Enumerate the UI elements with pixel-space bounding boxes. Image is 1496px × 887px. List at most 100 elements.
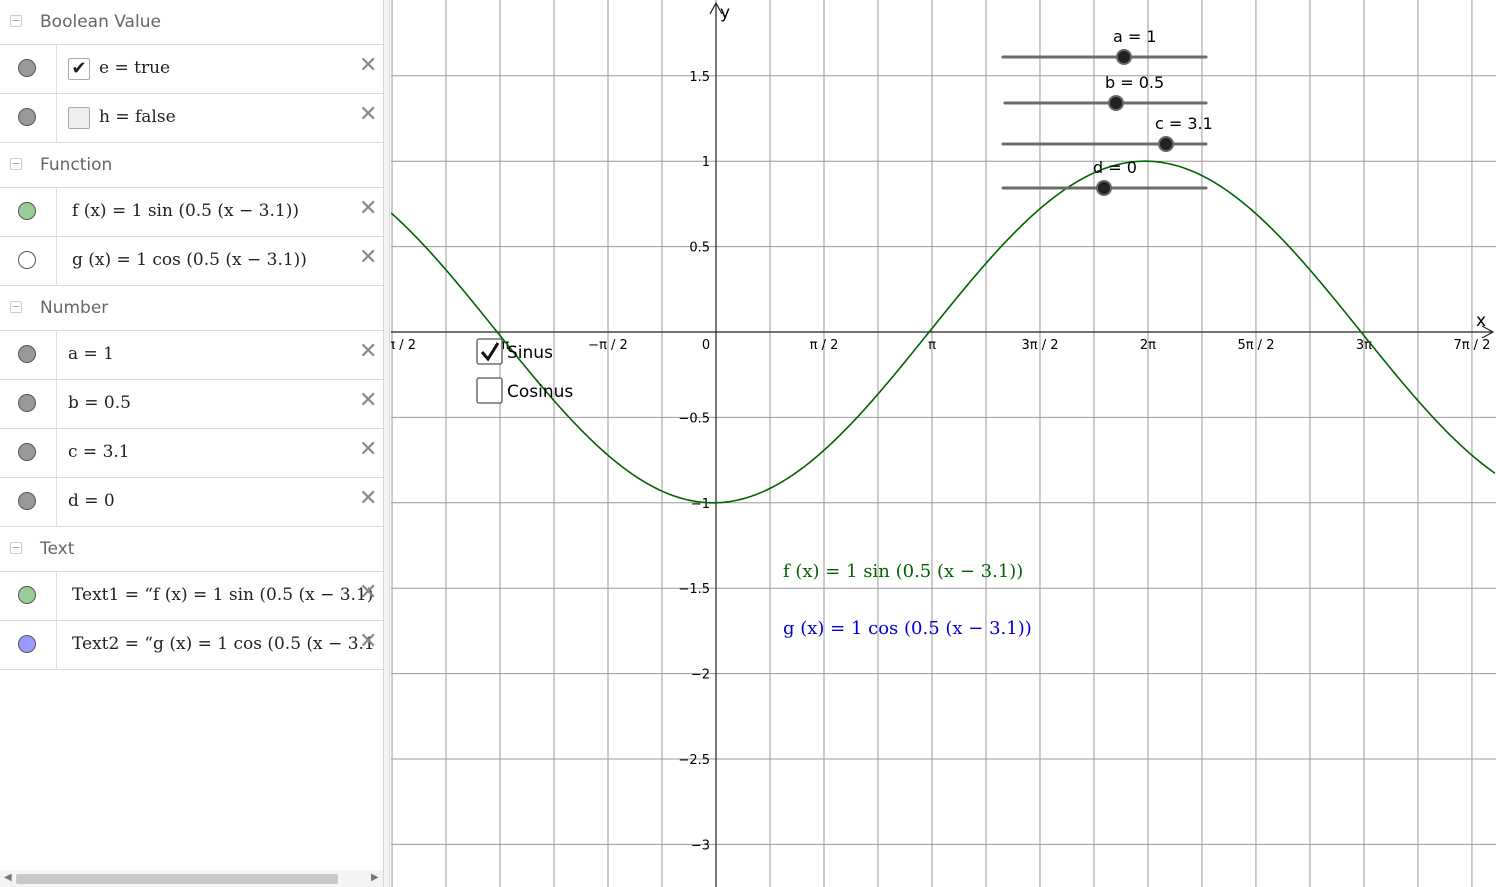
delete-icon[interactable]: ✕ bbox=[359, 390, 377, 412]
collapse-toggle-icon[interactable] bbox=[10, 15, 22, 27]
algebra-expression[interactable]: d = 0 bbox=[68, 491, 115, 511]
section-boolean-value: Boolean Value bbox=[0, 0, 383, 45]
slider-label: a = 1 bbox=[1113, 27, 1157, 46]
x-tick-label: 3π / 2 bbox=[1021, 338, 1058, 353]
slider-label: c = 3.1 bbox=[1155, 114, 1213, 133]
delete-icon[interactable]: ✕ bbox=[359, 104, 377, 126]
algebra-expression[interactable]: h = false bbox=[99, 107, 176, 127]
visibility-marble-icon[interactable] bbox=[18, 59, 36, 77]
slider-knob[interactable] bbox=[1116, 49, 1132, 65]
x-tick-label: π bbox=[928, 338, 936, 353]
visibility-marble-icon[interactable] bbox=[18, 251, 36, 269]
y-tick-label: −1.5 bbox=[678, 582, 710, 597]
slider-knob[interactable] bbox=[1158, 136, 1174, 152]
marble-cell bbox=[0, 380, 57, 428]
marble-cell bbox=[0, 237, 57, 285]
marble-cell bbox=[0, 572, 57, 620]
section-title: Function bbox=[40, 155, 113, 175]
visibility-marble-icon[interactable] bbox=[18, 202, 36, 220]
y-tick-label: −1 bbox=[691, 497, 710, 512]
boolean-checkbox-e[interactable]: ✔ bbox=[68, 58, 90, 80]
scroll-right-icon[interactable]: ▶ bbox=[371, 872, 379, 883]
section-title: Number bbox=[40, 298, 109, 318]
visibility-marble-icon[interactable] bbox=[18, 635, 36, 653]
marble-cell bbox=[0, 94, 57, 142]
marble-cell bbox=[0, 45, 57, 93]
algebra-row-text2[interactable]: Text2 = “g (x) = 1 cos (0.5 (x − 3.1 ✕ bbox=[0, 621, 383, 670]
checkbox-label: Sinus bbox=[507, 343, 553, 363]
section-title: Boolean Value bbox=[40, 12, 161, 32]
section-number: Number bbox=[0, 286, 383, 331]
algebra-row-g[interactable]: g (x) = 1 cos (0.5 (x − 3.1)) ✕ bbox=[0, 237, 383, 286]
marble-cell bbox=[0, 621, 57, 669]
x-tick-label: 5π / 2 bbox=[1237, 338, 1274, 353]
marble-cell bbox=[0, 429, 57, 477]
algebra-expression[interactable]: Text2 = “g (x) = 1 cos (0.5 (x − 3.1 bbox=[72, 634, 375, 654]
marble-cell bbox=[0, 188, 57, 236]
algebra-view: Boolean Value ✔ e = true ✕ h = false ✕ F… bbox=[0, 0, 383, 887]
algebra-row-c[interactable]: c = 3.1 ✕ bbox=[0, 429, 383, 478]
y-tick-label: −3 bbox=[691, 838, 710, 853]
algebra-expression[interactable]: e = true bbox=[99, 58, 170, 78]
algebra-row-d[interactable]: d = 0 ✕ bbox=[0, 478, 383, 527]
algebra-row-e[interactable]: ✔ e = true ✕ bbox=[0, 45, 383, 94]
algebra-row-h[interactable]: h = false ✕ bbox=[0, 94, 383, 143]
visibility-marble-icon[interactable] bbox=[18, 492, 36, 510]
view-divider[interactable] bbox=[383, 0, 390, 887]
delete-icon[interactable]: ✕ bbox=[359, 341, 377, 363]
collapse-toggle-icon[interactable] bbox=[10, 158, 22, 170]
delete-icon[interactable]: ✕ bbox=[359, 488, 377, 510]
slider-label: d = 0 bbox=[1093, 158, 1137, 177]
boolean-checkbox-h[interactable] bbox=[68, 107, 90, 129]
visibility-marble-icon[interactable] bbox=[18, 394, 36, 412]
visibility-marble-icon[interactable] bbox=[18, 586, 36, 604]
algebra-row-text1[interactable]: Text1 = “f (x) = 1 sin (0.5 (x − 3.1) ✕ bbox=[0, 572, 383, 621]
visibility-marble-icon[interactable] bbox=[18, 345, 36, 363]
text1-display: f (x) = 1 sin (0.5 (x − 3.1)) bbox=[783, 561, 1023, 582]
x-tick-label: 0 bbox=[702, 338, 710, 353]
algebra-row-a[interactable]: a = 1 ✕ bbox=[0, 331, 383, 380]
delete-icon[interactable]: ✕ bbox=[359, 439, 377, 461]
algebra-expression[interactable]: Text1 = “f (x) = 1 sin (0.5 (x − 3.1) bbox=[72, 585, 373, 605]
checkbox-sinus[interactable] bbox=[476, 338, 503, 365]
collapse-toggle-icon[interactable] bbox=[10, 301, 22, 313]
x-tick-label: 3π bbox=[1356, 338, 1372, 353]
delete-icon[interactable]: ✕ bbox=[359, 582, 377, 604]
y-tick-label: −2.5 bbox=[678, 753, 710, 768]
visibility-marble-icon[interactable] bbox=[18, 108, 36, 126]
slider-knob[interactable] bbox=[1096, 180, 1112, 196]
collapse-toggle-icon[interactable] bbox=[10, 542, 22, 554]
x-tick-label: −3π / 2 bbox=[391, 338, 416, 353]
slider-knob[interactable] bbox=[1108, 95, 1124, 111]
delete-icon[interactable]: ✕ bbox=[359, 247, 377, 269]
delete-icon[interactable]: ✕ bbox=[359, 631, 377, 653]
algebra-row-f[interactable]: f (x) = 1 sin (0.5 (x − 3.1)) ✕ bbox=[0, 188, 383, 237]
algebra-expression[interactable]: g (x) = 1 cos (0.5 (x − 3.1)) bbox=[72, 250, 307, 270]
algebra-expression[interactable]: a = 1 bbox=[68, 344, 114, 364]
checkbox-label: Cosinus bbox=[507, 382, 573, 402]
delete-icon[interactable]: ✕ bbox=[359, 55, 377, 77]
scrollbar-thumb[interactable] bbox=[16, 874, 338, 884]
x-tick-label: 2π bbox=[1140, 338, 1156, 353]
slider-label: b = 0.5 bbox=[1105, 73, 1164, 92]
text2-display: g (x) = 1 cos (0.5 (x − 3.1)) bbox=[783, 618, 1032, 639]
visibility-marble-icon[interactable] bbox=[18, 443, 36, 461]
delete-icon[interactable]: ✕ bbox=[359, 198, 377, 220]
checkbox-cosinus[interactable] bbox=[476, 377, 503, 404]
algebra-expression[interactable]: c = 3.1 bbox=[68, 442, 130, 462]
section-text: Text bbox=[0, 527, 383, 572]
horizontal-scrollbar[interactable]: ◀ ▶ bbox=[0, 870, 383, 887]
scroll-left-icon[interactable]: ◀ bbox=[4, 872, 12, 883]
algebra-expression[interactable]: f (x) = 1 sin (0.5 (x − 3.1)) bbox=[72, 201, 299, 221]
y-tick-label: 1.5 bbox=[689, 70, 710, 85]
algebra-row-b[interactable]: b = 0.5 ✕ bbox=[0, 380, 383, 429]
x-tick-label: −π / 2 bbox=[588, 338, 628, 353]
graphics-view[interactable]: xy−5π / 2−2π−3π / 2−π−π / 20π / 2π3π / 2… bbox=[391, 0, 1496, 887]
y-tick-label: −2 bbox=[691, 668, 710, 683]
graph-canvas[interactable]: xy−5π / 2−2π−3π / 2−π−π / 20π / 2π3π / 2… bbox=[391, 0, 1496, 887]
x-tick-label: π / 2 bbox=[810, 338, 839, 353]
section-title: Text bbox=[40, 539, 75, 559]
algebra-expression[interactable]: b = 0.5 bbox=[68, 393, 131, 413]
section-function: Function bbox=[0, 143, 383, 188]
x-tick-label: 7π / 2 bbox=[1453, 338, 1490, 353]
